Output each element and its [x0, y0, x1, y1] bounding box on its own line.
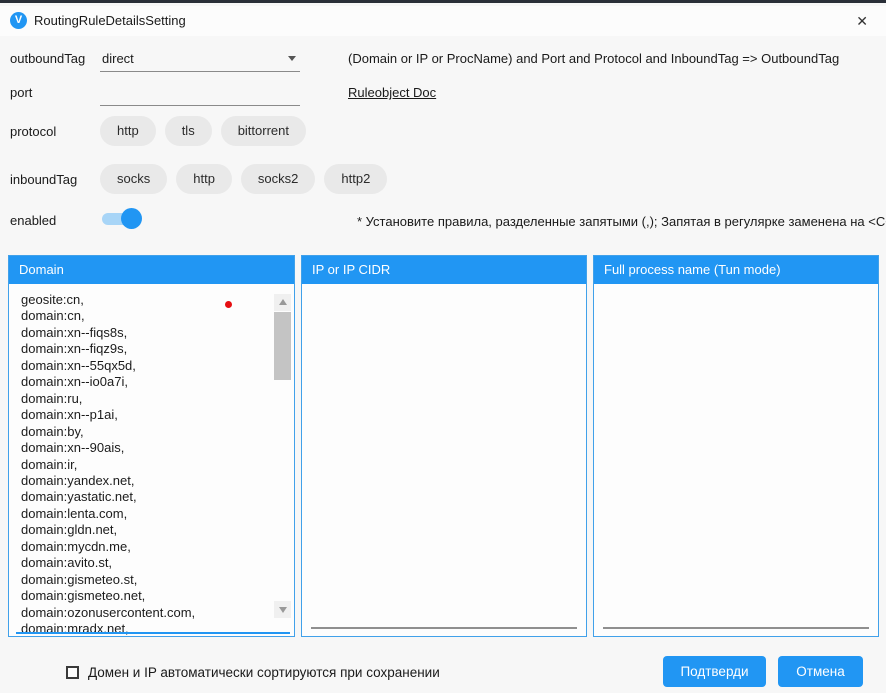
ip-rules-text — [314, 292, 564, 636]
protocol-chip-tls[interactable]: tls — [165, 116, 212, 146]
protocol-label: protocol — [10, 124, 56, 139]
rule-formula-text: (Domain or IP or ProcName) and Port and … — [348, 51, 839, 66]
ruleobject-doc-link[interactable]: Ruleobject Doc — [348, 85, 436, 100]
toggle-knob — [121, 208, 142, 229]
enabled-label: enabled — [10, 213, 56, 228]
ip-panel-header: IP or IP CIDR — [302, 256, 586, 284]
ip-rules-textarea[interactable] — [302, 284, 586, 636]
rules-note-text: * Установите правила, разделенные запяты… — [357, 214, 886, 229]
domain-rules-textarea[interactable]: geosite:cn, domain:cn, domain:xn--fiqs8s… — [9, 284, 294, 636]
process-rules-textarea[interactable] — [594, 284, 878, 636]
process-input-underline — [603, 627, 869, 629]
cursor-marker-dot — [225, 301, 232, 308]
ip-panel: IP or IP CIDR — [301, 255, 587, 637]
window-title: RoutingRuleDetailsSetting — [34, 13, 186, 28]
domain-panel: Domain geosite:cn, domain:cn, domain:xn-… — [8, 255, 295, 637]
routing-rule-details-dialog: V RoutingRuleDetailsSetting ✕ outboundTa… — [0, 0, 886, 693]
port-label: port — [10, 85, 32, 100]
enabled-toggle[interactable] — [102, 208, 140, 230]
scroll-down-icon[interactable] — [274, 601, 291, 618]
sort-checkbox-label: Домен и IP автоматически сортируются при… — [88, 665, 440, 680]
scrollbar-thumb[interactable] — [274, 312, 291, 380]
outbound-tag-select[interactable]: direct — [100, 45, 300, 72]
close-icon[interactable]: ✕ — [852, 11, 872, 32]
app-logo-icon: V — [10, 12, 27, 29]
port-input[interactable] — [100, 79, 300, 106]
inbound-chip-http2[interactable]: http2 — [324, 164, 387, 194]
domain-scrollbar[interactable] — [274, 294, 291, 618]
outbound-tag-value: direct — [102, 51, 134, 66]
domain-panel-header: Domain — [9, 256, 294, 284]
inbound-chip-socks2[interactable]: socks2 — [241, 164, 315, 194]
process-panel-header: Full process name (Tun mode) — [594, 256, 878, 284]
inbound-chip-http[interactable]: http — [176, 164, 232, 194]
ip-input-underline — [311, 627, 577, 629]
protocol-chips: http tls bittorrent — [100, 116, 306, 146]
scroll-up-icon[interactable] — [274, 294, 291, 311]
protocol-chip-bittorrent[interactable]: bittorrent — [221, 116, 306, 146]
title-bar: V RoutingRuleDetailsSetting ✕ — [0, 6, 886, 36]
process-panel: Full process name (Tun mode) — [593, 255, 879, 637]
sort-checkbox[interactable] — [66, 666, 79, 679]
outbound-tag-label: outboundTag — [10, 51, 85, 66]
inbound-tag-label: inboundTag — [10, 172, 77, 187]
process-rules-text — [606, 292, 856, 636]
confirm-button[interactable]: Подтверди — [663, 656, 766, 687]
domain-rules-text: geosite:cn, domain:cn, domain:xn--fiqs8s… — [21, 292, 272, 636]
cancel-button[interactable]: Отмена — [778, 656, 863, 687]
inbound-tag-chips: socks http socks2 http2 — [100, 164, 387, 194]
inbound-chip-socks[interactable]: socks — [100, 164, 167, 194]
domain-focus-underline — [16, 632, 290, 634]
chevron-down-icon — [288, 56, 296, 61]
protocol-chip-http[interactable]: http — [100, 116, 156, 146]
